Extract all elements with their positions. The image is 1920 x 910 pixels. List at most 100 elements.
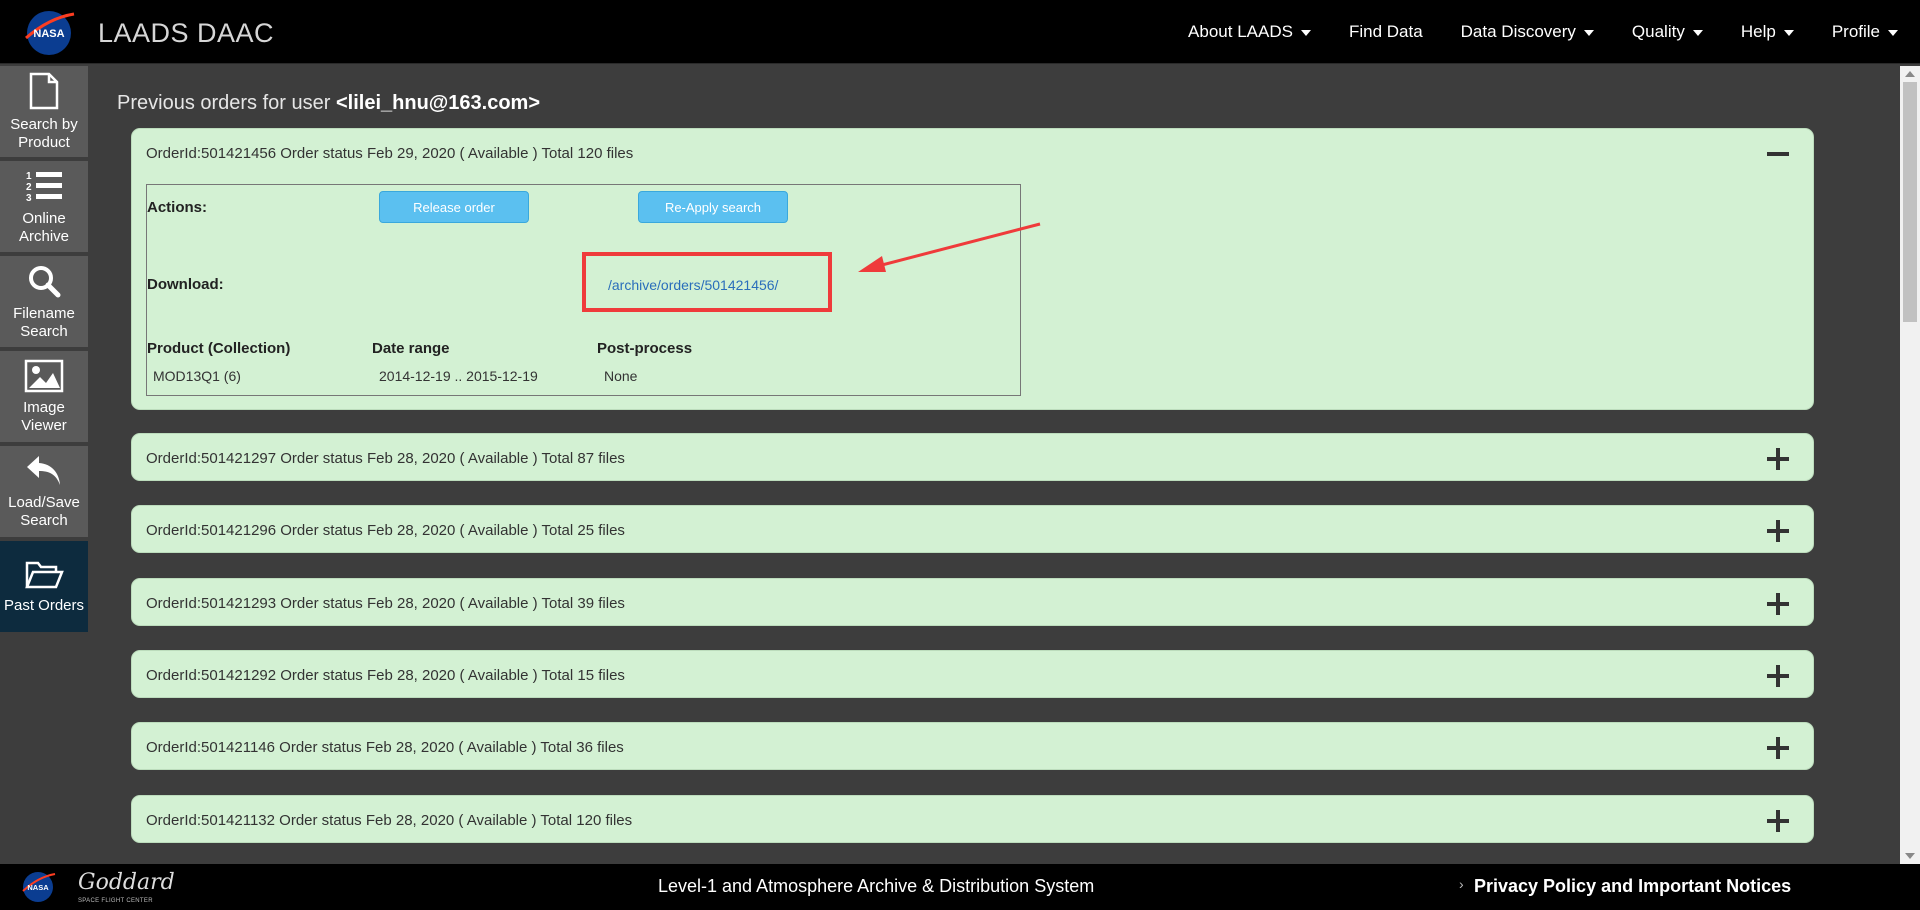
nav-label: Profile [1831,22,1880,41]
annotation-arrow-icon [858,222,1041,272]
order-header-text: OrderId:501421146 Order status Feb 28, 2… [146,738,624,756]
expand-plus-icon[interactable] [1767,665,1789,687]
file-icon [29,72,59,109]
footer-nasa-logo-text: NASA [27,883,49,892]
brand-title[interactable]: LAADS DAAC [98,18,274,49]
caret-down-icon [1783,30,1794,36]
sidebar-item-online-archive[interactable]: 1 2 3 Online Archive [0,161,88,256]
footer-system-name: Level-1 and Atmosphere Archive & Distrib… [658,876,1095,896]
order-header[interactable]: OrderId:501421296 Order status Feb 28, 2… [132,506,1813,554]
caret-down-icon [1583,30,1594,36]
collapse-minus-icon[interactable] [1767,143,1789,165]
sidebar-item-image-viewer[interactable]: Image Viewer [0,351,88,446]
order-panel[interactable]: OrderId:501421293 Order status Feb 28, 2… [131,578,1814,626]
sidebar-item-filename-search[interactable]: Filename Search [0,256,88,351]
svg-text:3: 3 [26,193,32,204]
sidebar-item-label: Image Viewer [21,398,67,434]
caret-down-icon [1692,30,1703,36]
cell-date-range: 2014-12-19 .. 2015-12-19 [379,368,538,384]
nasa-logo[interactable]: NASA [22,8,76,58]
goddard-subtitle: SPACE FLIGHT CENTER [78,898,153,904]
sidebar-item-label: Search by Product [10,115,78,151]
order-header-text: OrderId:501421296 Order status Feb 28, 2… [146,521,625,539]
nav-about-laads[interactable]: About LAADS [1188,22,1311,42]
goddard-logo-text: Goddard [78,870,175,895]
nav-label: Find Data [1348,22,1423,41]
sidebar-item-past-orders[interactable]: Past Orders [0,541,88,636]
order-header-text: OrderId:501421297 Order status Feb 28, 2… [146,449,625,467]
expand-plus-icon[interactable] [1767,593,1789,615]
caret-down-icon [1888,30,1898,36]
order-header[interactable]: OrderId:501421456 Order status Feb 29, 2… [132,129,1813,177]
expand-plus-icon[interactable] [1767,737,1789,759]
user-email: <lilei_hnu@163.com> [335,92,541,114]
nav-data-discovery[interactable]: Data Discovery [1461,22,1594,42]
column-header-product: Product (Collection) [147,340,291,357]
order-header[interactable]: OrderId:501421292 Order status Feb 28, 2… [132,651,1813,699]
top-navbar: NASA LAADS DAAC About LAADS Find Data Da… [0,0,1920,64]
svg-text:1: 1 [26,171,32,182]
main-content: Previous orders for user <lilei_hnu@163.… [88,66,1900,864]
sidebar-item-label: Online Archive [18,209,70,245]
order-header[interactable]: OrderId:501421146 Order status Feb 28, 2… [132,723,1813,771]
expand-plus-icon[interactable] [1767,520,1789,542]
search-icon [29,265,61,297]
order-panel[interactable]: OrderId:501421146 Order status Feb 28, 2… [131,722,1814,770]
expand-plus-icon[interactable] [1767,448,1789,470]
sidebar-item-label: Filename Search [13,304,75,340]
actions-label: Actions: [147,199,207,216]
nav-label: Data Discovery [1460,22,1576,41]
folder-open-icon [25,561,64,588]
order-header-text: OrderId:501421456 Order status Feb 29, 2… [146,144,634,162]
privacy-policy-link[interactable]: Privacy Policy and Important Notices [1474,876,1791,897]
nav-profile[interactable]: Profile [1832,22,1898,42]
page-title-prefix: Previous orders for user [117,92,331,114]
footer-nasa-logo[interactable]: NASA [20,870,56,904]
page-title: Previous orders for user <lilei_hnu@163.… [117,92,540,115]
order-header[interactable]: OrderId:501421132 Order status Feb 28, 2… [132,796,1813,844]
sidebar-item-search-by-product[interactable]: Search by Product [0,66,88,161]
order-header-text: OrderId:501421292 Order status Feb 28, 2… [146,666,625,684]
nav-label: Quality [1631,22,1685,41]
sidebar-item-load-save-search[interactable]: Load/Save Search [0,446,88,541]
sidebar-item-label: Past Orders [3,596,85,614]
image-icon [24,359,64,392]
sidebar: Search by Product 1 2 3 Online Archive F… [0,66,88,636]
main-nav: About LAADS Find Data Data Discovery Qua… [1150,0,1898,64]
nav-label: Help [1740,22,1776,41]
reapply-search-button[interactable]: Re-Apply search [638,191,788,223]
highlight-box [582,252,832,312]
undo-arrow-icon [27,455,60,485]
chevron-right-icon: › [1459,876,1464,892]
nav-find-data[interactable]: Find Data [1349,22,1423,42]
nav-help[interactable]: Help [1741,22,1794,42]
order-panel[interactable]: OrderId:501421296 Order status Feb 28, 2… [131,505,1814,553]
sidebar-item-label: Load/Save Search [8,493,80,529]
footer: NASA Goddard SPACE FLIGHT CENTER Level-1… [0,864,1920,910]
column-header-date-range: Date range [372,340,450,357]
svg-text:2: 2 [26,182,32,193]
order-panel[interactable]: OrderId:501421132 Order status Feb 28, 2… [131,795,1814,843]
order-panel[interactable]: OrderId:501421292 Order status Feb 28, 2… [131,650,1814,698]
order-header[interactable]: OrderId:501421297 Order status Feb 28, 2… [132,434,1813,482]
cell-product: MOD13Q1 (6) [153,368,241,384]
order-header[interactable]: OrderId:501421293 Order status Feb 28, 2… [132,579,1813,627]
goddard-logo[interactable]: Goddard SPACE FLIGHT CENTER [78,870,175,904]
caret-down-icon [1300,30,1311,36]
order-header-text: OrderId:501421293 Order status Feb 28, 2… [146,594,625,612]
expand-plus-icon[interactable] [1767,810,1789,832]
vertical-scrollbar[interactable] [1900,66,1920,864]
order-panel[interactable]: OrderId:501421297 Order status Feb 28, 2… [131,433,1814,481]
nav-quality[interactable]: Quality [1632,22,1703,42]
column-header-post-process: Post-process [597,340,693,357]
release-order-button[interactable]: Release order [379,191,529,223]
download-label: Download: [147,276,224,293]
scroll-down-icon[interactable] [1905,853,1915,859]
scroll-up-icon[interactable] [1905,71,1915,77]
order-header-text: OrderId:501421132 Order status Feb 28, 2… [146,811,633,829]
numbered-list-icon: 1 2 3 [26,171,62,204]
nasa-logo-text: NASA [33,28,64,40]
nav-label: About LAADS [1188,22,1293,41]
cell-post-process: None [604,368,638,384]
scroll-thumb[interactable] [1903,82,1917,322]
